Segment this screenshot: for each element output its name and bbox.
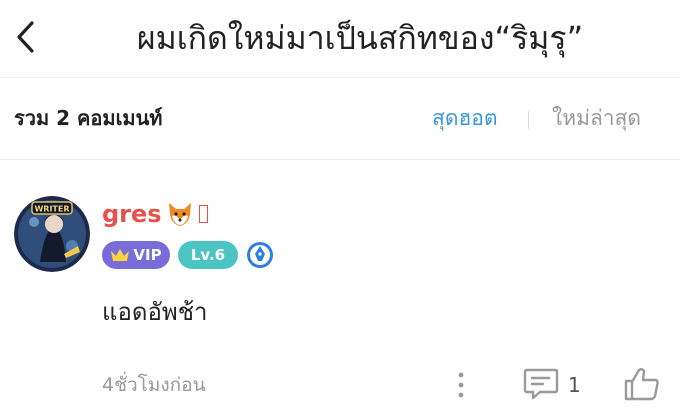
avatar-frame-label: WRITER <box>34 205 69 214</box>
page-title: ผมเกิดใหม่มาเป็นสกิทของ“ริมุรุ” <box>136 19 584 57</box>
user-badges: VIP Lv.6 <box>102 240 274 270</box>
chevron-left-icon <box>17 21 34 53</box>
comment-body: แอดอัพช้า <box>102 298 208 326</box>
sort-hot-tab[interactable]: สุดฮอต <box>432 102 498 134</box>
like-button[interactable] <box>622 364 662 404</box>
sort-divider <box>528 111 529 129</box>
vip-badge: VIP <box>102 241 170 269</box>
top-bar: ผมเกิดใหม่มาเป็นสกิทของ“ริมุรุ” <box>0 0 680 78</box>
comment-sort-bar: รวม 2 คอมเมนท์ สุดฮอต ใหม่ล่าสุด <box>0 78 680 160</box>
more-options-button[interactable] <box>450 368 472 402</box>
comment-author[interactable]: gres <box>102 196 208 232</box>
vip-label: VIP <box>133 246 162 264</box>
unknown-glyph-icon <box>198 205 208 223</box>
thumbs-up-icon <box>624 368 659 401</box>
avatar[interactable]: WRITER <box>14 196 90 272</box>
level-badge: Lv.6 <box>178 241 238 269</box>
crown-icon <box>111 249 130 261</box>
reply-count: 1 <box>568 373 581 397</box>
fox-face-icon <box>168 203 191 226</box>
comment-icon <box>523 368 559 400</box>
comment-count: รวม 2 คอมเมนท์ <box>14 106 163 130</box>
sort-newest-tab[interactable]: ใหม่ล่าสุด <box>552 102 641 134</box>
more-vertical-icon <box>458 372 464 398</box>
back-button[interactable] <box>6 14 46 60</box>
pen-nib-badge-icon <box>247 242 273 268</box>
username: gres <box>102 200 162 228</box>
comment-time: 4ชั่วโมงก่อน <box>102 374 206 396</box>
reply-button[interactable] <box>522 366 560 402</box>
